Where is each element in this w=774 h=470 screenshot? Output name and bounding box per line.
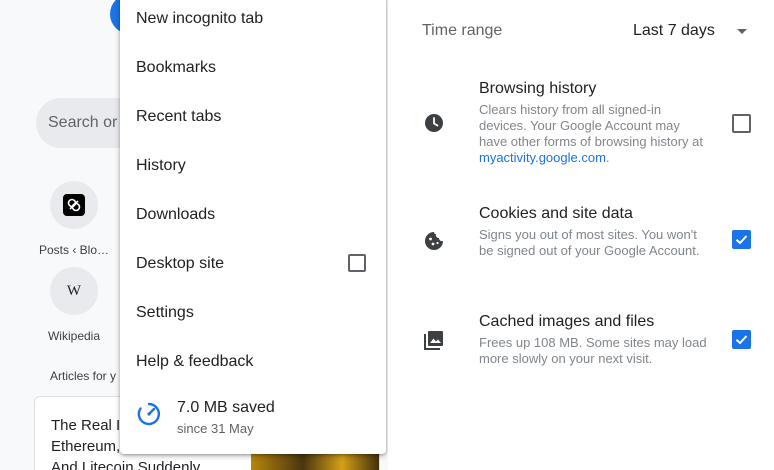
menu-item-label: Desktop site xyxy=(136,254,225,272)
overflow-menu: New incognito tab Bookmarks Recent tabs … xyxy=(120,0,386,454)
time-range-label: Time range xyxy=(422,22,503,39)
desktop-site-checkbox[interactable] xyxy=(348,254,366,272)
browsing-history-checkbox[interactable] xyxy=(732,114,751,133)
option-title: Cached images and files xyxy=(479,313,655,330)
menu-item-label: History xyxy=(136,156,186,174)
shortcut-wikipedia[interactable]: W Wikipedia xyxy=(39,267,109,343)
option-description: Frees up 108 MB. Some sites may load mor… xyxy=(479,335,707,366)
option-description: Signs you out of most sites. You won't b… xyxy=(479,227,700,258)
menu-item-desktop-site[interactable]: Desktop site xyxy=(120,239,386,288)
shortcut-icon-circle xyxy=(50,181,98,229)
dropdown-caret-icon[interactable] xyxy=(737,29,747,34)
shortcut-icon-circle: W xyxy=(50,267,98,315)
data-saved-since: since 31 May xyxy=(177,421,254,436)
option-title: Cookies and site data xyxy=(479,205,633,222)
link-chain-icon xyxy=(63,194,85,216)
checkmark-icon xyxy=(735,335,748,345)
search-placeholder: Search or xyxy=(48,114,118,131)
shortcut-label: Wikipedia xyxy=(47,329,101,343)
option-description-text: Clears history from all signed-in device… xyxy=(479,102,703,149)
article-title-line: And Litecoin Suddenly … xyxy=(51,459,220,470)
option-description-end: . xyxy=(605,150,610,165)
menu-item-label: Bookmarks xyxy=(136,58,217,76)
cookies-checkbox[interactable] xyxy=(732,230,751,249)
menu-item-label: Recent tabs xyxy=(136,107,222,125)
myactivity-link[interactable]: myactivity.google.com xyxy=(479,150,606,165)
time-range-dropdown[interactable]: Last 7 days xyxy=(633,22,715,40)
menu-item-label: Help & feedback xyxy=(136,352,254,370)
menu-item-recent-tabs[interactable]: Recent tabs xyxy=(120,92,386,141)
articles-heading: Articles for y xyxy=(50,369,117,383)
new-tab-page: Search or Posts ‹ Blo… W Wikipedia Artic… xyxy=(0,0,388,470)
clear-browsing-data-panel: Time range Last 7 days Browsing history … xyxy=(388,0,774,470)
clock-icon xyxy=(425,114,443,132)
menu-item-label: Settings xyxy=(136,303,194,321)
option-title: Browsing history xyxy=(479,80,597,97)
shortcut-label: Posts ‹ Blo… xyxy=(39,243,110,257)
article-thumbnail xyxy=(251,453,379,470)
menu-item-new-incognito-tab[interactable]: New incognito tab xyxy=(120,0,386,43)
menu-item-downloads[interactable]: Downloads xyxy=(120,190,386,239)
data-saver-summary[interactable]: 7.0 MB saved since 31 May xyxy=(120,389,386,449)
menu-item-history[interactable]: History xyxy=(120,141,386,190)
shortcut-posts-blog[interactable]: Posts ‹ Blo… xyxy=(39,181,109,257)
menu-item-label: New incognito tab xyxy=(136,9,264,27)
image-icon xyxy=(424,331,443,350)
menu-item-label: Downloads xyxy=(136,205,216,223)
checkmark-icon xyxy=(735,235,748,245)
menu-item-bookmarks[interactable]: Bookmarks xyxy=(120,43,386,92)
wikipedia-w-icon: W xyxy=(66,283,82,299)
data-saver-gauge-icon xyxy=(137,402,161,426)
menu-item-settings[interactable]: Settings xyxy=(120,288,386,337)
cached-images-checkbox[interactable] xyxy=(732,330,751,349)
data-saved-amount: 7.0 MB saved xyxy=(177,399,275,416)
cookie-icon xyxy=(425,232,443,250)
option-description: Clears history from all signed-in device… xyxy=(479,102,711,166)
menu-item-help-feedback[interactable]: Help & feedback xyxy=(120,337,386,386)
